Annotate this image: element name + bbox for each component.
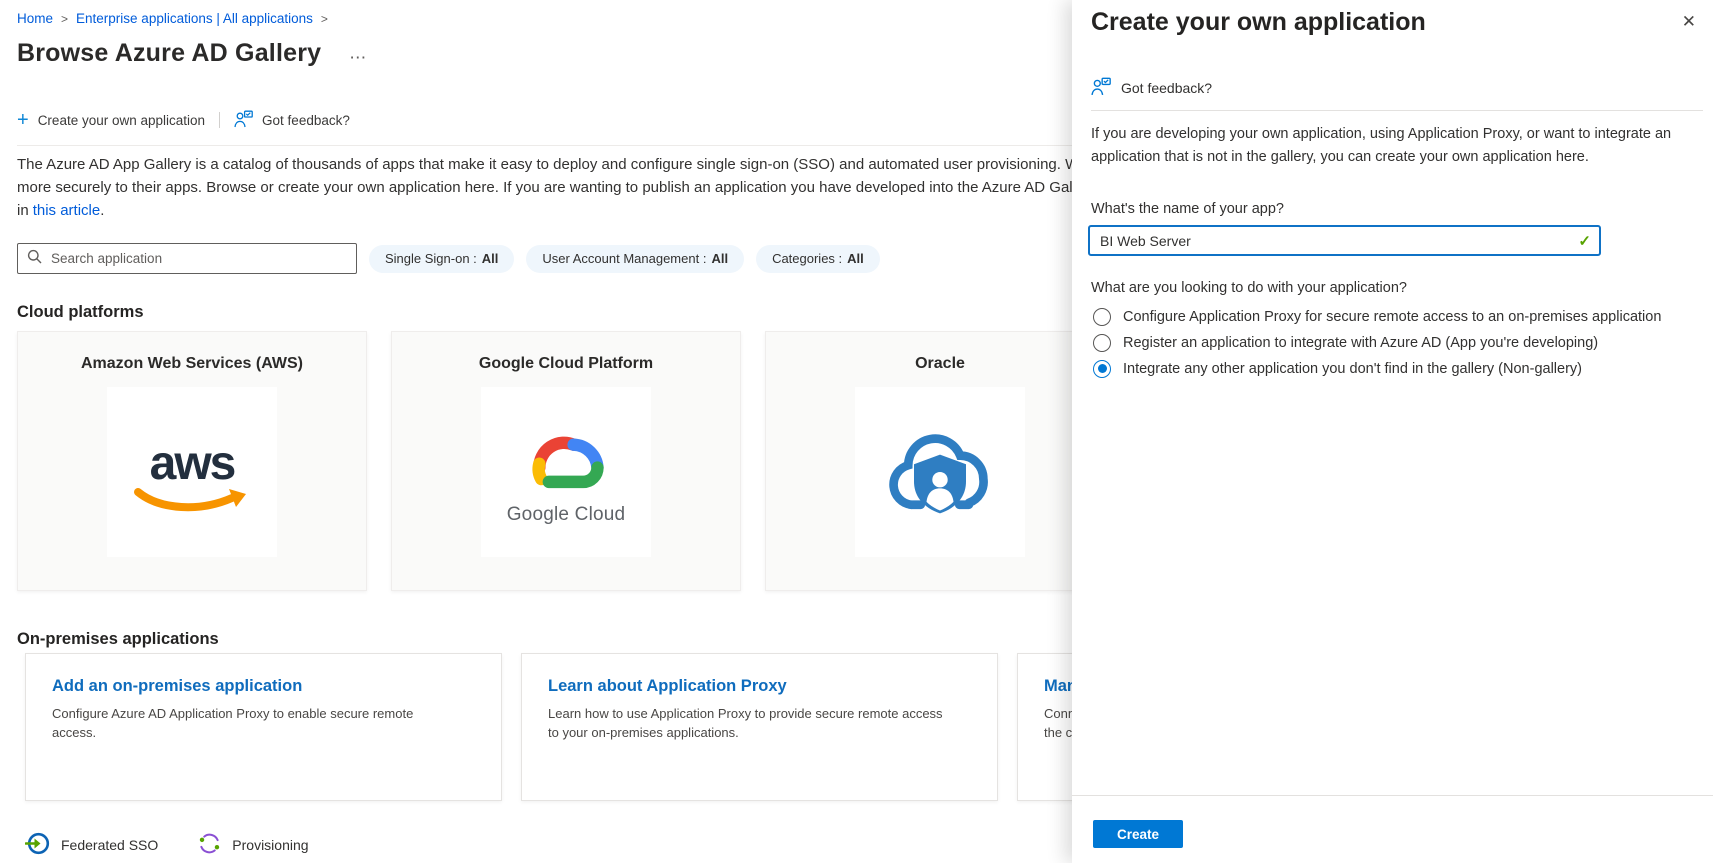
filter-categories[interactable]: Categories : All [756, 245, 880, 273]
capability-legend: Federated SSO Provisioning [25, 831, 309, 859]
card-description: Learn how to use Application Proxy to pr… [548, 705, 950, 742]
radio-label: Integrate any other application you don'… [1123, 361, 1582, 377]
toolbar-divider [219, 112, 220, 128]
google-cloud-icon [514, 418, 618, 500]
radio-button-selected[interactable] [1093, 360, 1111, 378]
panel-description: If you are developing your own applicati… [1091, 123, 1671, 169]
card-title-link[interactable]: Add an on-premises application [52, 677, 475, 696]
this-article-link[interactable]: this article [33, 202, 101, 219]
panel-footer-divider [1072, 795, 1713, 796]
breadcrumb-link-home[interactable]: Home [17, 11, 53, 26]
page-title: Browse Azure AD Gallery [17, 38, 321, 68]
federated-sso-icon [25, 831, 50, 859]
card-amazon-web-services[interactable]: Amazon Web Services (AWS) aws [17, 331, 367, 591]
filter-value: All [482, 251, 499, 266]
create-your-own-application-label: Create your own application [38, 113, 205, 128]
panel-divider [1091, 110, 1703, 111]
radio-label: Register an application to integrate wit… [1123, 335, 1598, 351]
panel-title: Create your own application [1091, 8, 1426, 37]
radio-button[interactable] [1093, 308, 1111, 326]
breadcrumb-link-enterprise-applications[interactable]: Enterprise applications | All applicatio… [76, 11, 313, 26]
google-cloud-logo: Google Cloud [481, 387, 651, 557]
oracle-cloud-shield-icon [876, 420, 1004, 524]
panel-got-feedback-button[interactable]: Got feedback? [1091, 77, 1212, 99]
breadcrumb: Home > Enterprise applications | All app… [17, 11, 328, 26]
feedback-icon [1091, 77, 1111, 99]
add-icon: + [17, 111, 29, 129]
google-cloud-caption: Google Cloud [507, 504, 626, 526]
card-oracle[interactable]: Oracle [765, 331, 1115, 591]
card-title: Oracle [766, 355, 1114, 373]
panel-description-line: If you are developing your own applicati… [1091, 123, 1671, 146]
app-purpose-question: What are you looking to do with your app… [1091, 280, 1407, 296]
card-add-on-premises-application[interactable]: Add an on-premises application Configure… [25, 653, 502, 801]
close-icon[interactable]: ✕ [1682, 12, 1696, 32]
filter-value: All [847, 251, 864, 266]
search-icon [27, 249, 42, 269]
card-google-cloud-platform[interactable]: Google Cloud Platform Google Cloud [391, 331, 741, 591]
legend-federated-sso: Federated SSO [25, 831, 158, 859]
filter-label: Categories : [772, 251, 842, 266]
oracle-cloud-logo [855, 387, 1025, 557]
radio-label: Configure Application Proxy for secure r… [1123, 309, 1661, 325]
application-search-box[interactable] [17, 243, 357, 274]
browse-azure-ad-gallery-page: Home > Enterprise applications | All app… [0, 0, 1713, 863]
on-premises-applications-heading: On-premises applications [17, 630, 219, 649]
create-button[interactable]: Create [1093, 820, 1183, 848]
app-name-input[interactable] [1088, 225, 1601, 256]
card-description: Configure Azure AD Application Proxy to … [52, 705, 424, 742]
feedback-icon [234, 110, 253, 131]
panel-description-line: application that is not in the gallery, … [1091, 146, 1671, 169]
radio-button[interactable] [1093, 334, 1111, 352]
card-title-link[interactable]: Learn about Application Proxy [548, 677, 971, 696]
search-input[interactable] [49, 250, 347, 267]
cloud-platforms-heading: Cloud platforms [17, 303, 144, 322]
filter-single-sign-on[interactable]: Single Sign-on : All [369, 245, 514, 273]
got-feedback-button[interactable]: Got feedback? [234, 110, 350, 131]
legend-label: Federated SSO [61, 837, 158, 853]
chevron-right-icon: > [321, 11, 328, 26]
card-learn-about-application-proxy[interactable]: Learn about Application Proxy Learn how … [521, 653, 998, 801]
filter-value: All [711, 251, 728, 266]
command-bar: + Create your own application Got feedba… [17, 109, 350, 131]
gallery-description-text: . [100, 202, 104, 219]
aws-logo: aws [107, 387, 277, 557]
got-feedback-label: Got feedback? [262, 113, 350, 128]
app-purpose-radio-group: Configure Application Proxy for secure r… [1093, 307, 1661, 378]
filter-user-account-management[interactable]: User Account Management : All [526, 245, 744, 273]
radio-option-register-application[interactable]: Register an application to integrate wit… [1093, 333, 1661, 352]
card-title: Google Cloud Platform [392, 355, 740, 373]
create-your-own-application-panel: Create your own application ✕ Got feedba… [1072, 0, 1713, 863]
page-title-row: Browse Azure AD Gallery ⋯ [17, 38, 368, 68]
filter-label: Single Sign-on : [385, 251, 477, 266]
app-name-label: What's the name of your app? [1091, 201, 1284, 217]
chevron-right-icon: > [61, 11, 68, 26]
provisioning-icon [198, 832, 221, 858]
filter-bar: Single Sign-on : All User Account Manage… [17, 243, 880, 274]
gallery-description-text: in [17, 202, 29, 219]
aws-logo-text: aws [150, 440, 235, 488]
aws-smile-arrow-icon [133, 488, 251, 514]
radio-option-integrate-non-gallery[interactable]: Integrate any other application you don'… [1093, 359, 1661, 378]
filter-label: User Account Management : [542, 251, 706, 266]
more-menu-button[interactable]: ⋯ [349, 48, 368, 68]
valid-check-icon: ✓ [1578, 232, 1591, 250]
app-name-field-wrapper: ✓ [1088, 225, 1601, 256]
legend-provisioning: Provisioning [198, 832, 308, 858]
panel-got-feedback-label: Got feedback? [1121, 80, 1212, 96]
cloud-platform-cards: Amazon Web Services (AWS) aws Google Clo… [17, 331, 1115, 591]
create-your-own-application-button[interactable]: + Create your own application [17, 111, 205, 129]
legend-label: Provisioning [232, 837, 308, 853]
card-title: Amazon Web Services (AWS) [18, 355, 366, 373]
radio-option-configure-application-proxy[interactable]: Configure Application Proxy for secure r… [1093, 307, 1661, 326]
